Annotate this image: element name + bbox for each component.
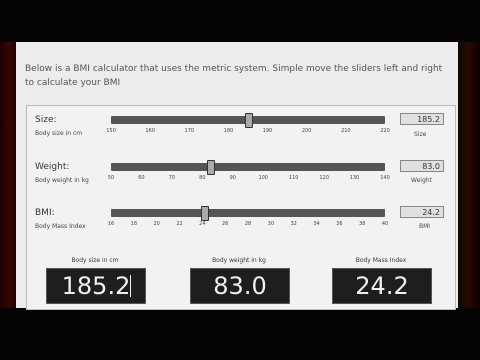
weight-sublabel: Body weight in kg	[35, 177, 89, 184]
bmi-sublabel: Body Mass Index	[35, 223, 86, 230]
monitor-frame-bottom	[0, 308, 480, 360]
size-sublabel: Body size in cm	[35, 130, 83, 137]
size-display-value: 185.2	[61, 272, 131, 300]
size-tick-label: 170	[184, 128, 195, 134]
weight-slider-row: Weight: Body weight in kg 50 60 70 80 90…	[27, 155, 455, 207]
weight-label: Weight:	[35, 162, 70, 172]
weight-tick-label: 50	[107, 175, 115, 181]
web-page: Below is a BMI calculator that uses the …	[16, 42, 458, 310]
weight-slider-thumb[interactable]	[207, 160, 216, 175]
weight-display-card: Body weight in kg 83.0	[190, 257, 290, 305]
weight-display-value: 83.0	[213, 272, 267, 300]
bmi-tick-label: 30	[267, 221, 275, 227]
weight-tick-label: 120	[319, 175, 329, 181]
monitor-frame-right	[458, 42, 480, 308]
bmi-tick-label: 32	[290, 221, 297, 227]
screen: Below is a BMI calculator that uses the …	[0, 0, 480, 360]
size-tick-label: 200	[301, 128, 312, 134]
bmi-display-card: Body Mass Index 24.2	[332, 257, 432, 305]
bmi-tick-label: 22	[176, 221, 183, 227]
bmi-tick-label: 36	[336, 221, 343, 227]
size-display[interactable]: 185.2	[46, 268, 146, 304]
size-tick-label: 210	[341, 128, 351, 134]
monitor-frame-top	[0, 0, 480, 42]
bmi-tick-label: 40	[381, 221, 389, 227]
bmi-display-caption: Body Mass Index	[355, 257, 407, 264]
bmi-tick-label: 28	[244, 221, 252, 227]
size-tick-label: 190	[262, 128, 273, 134]
weight-tick-label: 80	[199, 175, 206, 181]
bmi-slider-scale: 16 18 20 22 24 26 28 30 32 34 36 38 40	[107, 221, 389, 229]
size-tick-label: 180	[223, 128, 234, 134]
bmi-display-value: 24.2	[355, 272, 409, 300]
intro-text: Below is a BMI calculator that uses the …	[25, 64, 443, 88]
bmi-tick-label: 20	[153, 221, 160, 227]
weight-tag: Weight	[411, 177, 432, 184]
bmi-value-field[interactable]: 24.2	[400, 206, 444, 218]
weight-slider-track[interactable]	[111, 163, 385, 171]
weight-tick-label: 90	[229, 175, 236, 181]
bmi-tick-label: 26	[221, 221, 229, 227]
monitor-frame-left	[0, 42, 16, 308]
bmi-tag: BMI	[419, 223, 431, 230]
bmi-tick-label: 16	[107, 221, 115, 227]
weight-value-field[interactable]: 83.0	[400, 160, 444, 172]
size-tag: Size	[414, 131, 427, 138]
size-display-caption: Body size in cm	[71, 257, 119, 264]
bmi-tick-label: 18	[130, 221, 138, 227]
weight-tick-label: 60	[138, 175, 145, 181]
size-value-field[interactable]: 185.2	[400, 113, 444, 125]
size-tick-label: 220	[380, 128, 390, 134]
bmi-tick-label: 34	[313, 221, 320, 227]
size-label: Size:	[35, 115, 57, 125]
weight-slider-scale: 50 60 70 80 90 100 110 120 130 140	[107, 175, 390, 183]
size-tick-label: 150	[106, 128, 116, 134]
size-slider-thumb[interactable]	[244, 113, 253, 128]
size-tick-label: 160	[145, 128, 155, 134]
bmi-tick-label: 38	[358, 221, 366, 227]
weight-display[interactable]: 83.0	[190, 268, 290, 304]
bmi-display[interactable]: 24.2	[332, 268, 432, 304]
bmi-slider-thumb[interactable]	[200, 206, 209, 221]
text-caret	[130, 275, 131, 297]
bmi-slider-row: BMI: Body Mass Index 16 18 20 22 24 26 2…	[27, 201, 455, 253]
weight-tick-label: 140	[380, 175, 390, 181]
weight-display-caption: Body weight in kg	[212, 257, 266, 264]
size-display-card: Body size in cm 185.2	[46, 257, 146, 305]
size-slider-scale: 150 160 170 180 190 200 210 220	[106, 128, 390, 136]
bmi-tick-label: 24	[199, 221, 206, 227]
weight-tick-label: 100	[258, 175, 268, 181]
bmi-slider-track[interactable]	[111, 209, 385, 217]
weight-tick-label: 130	[349, 175, 360, 181]
weight-tick-label: 70	[168, 175, 176, 181]
bmi-label: BMI:	[35, 208, 55, 218]
weight-tick-label: 110	[288, 175, 299, 181]
